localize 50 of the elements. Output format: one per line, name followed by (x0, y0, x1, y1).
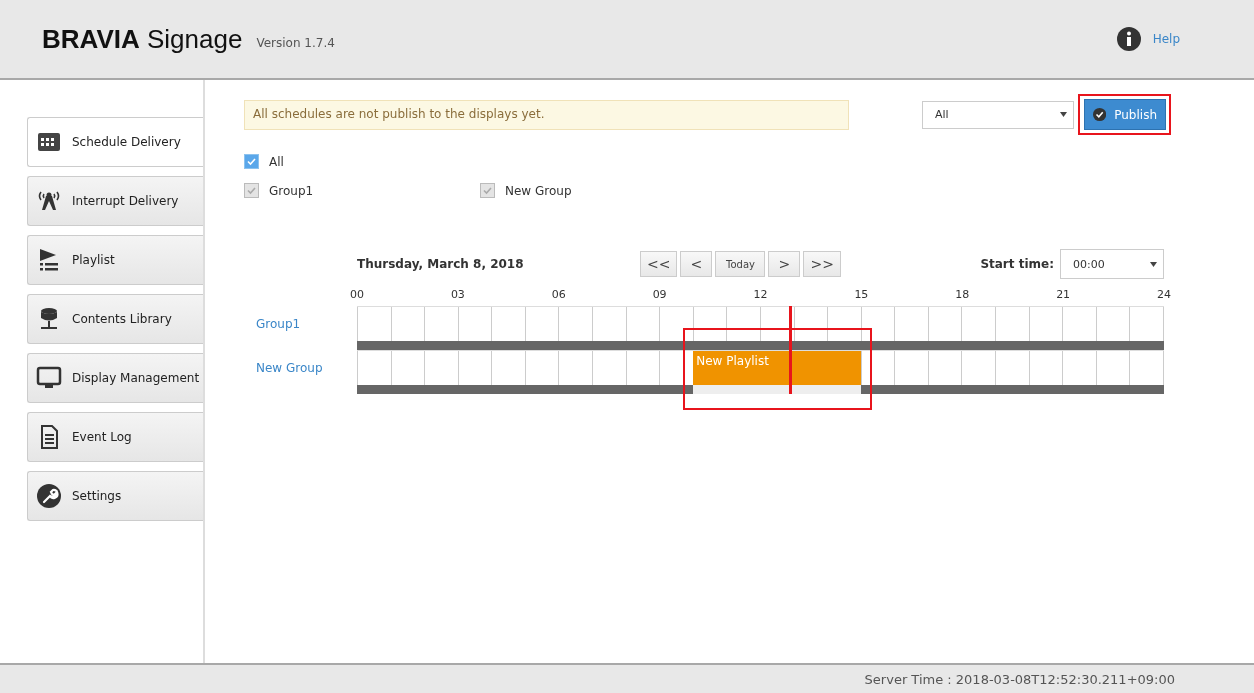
date-label: Thursday, March 8, 2018 (357, 257, 525, 271)
checkbox[interactable] (244, 154, 259, 169)
tab-label: Playlist (72, 253, 115, 267)
sidebar-tab[interactable]: Playlist (27, 235, 203, 285)
nav-button[interactable]: >> (803, 251, 841, 277)
version-label: Version 1.7.4 (256, 36, 335, 50)
tab-label: Interrupt Delivery (72, 194, 179, 208)
check-icon (1093, 106, 1107, 123)
sidebar-tab[interactable]: Interrupt Delivery (27, 176, 203, 226)
hour-label: 21 (1056, 288, 1071, 301)
publish-button[interactable]: Publish (1084, 99, 1166, 130)
tab-label: Contents Library (72, 312, 172, 326)
checkbox-label: All (269, 154, 284, 169)
alert-message: All schedules are not publish to the displays yet. (244, 99, 849, 130)
wrench-icon (36, 483, 62, 509)
caret-icon (1060, 112, 1067, 117)
sidebar-tab[interactable]: Display Management (27, 353, 203, 403)
hour-label: 00 (350, 288, 364, 301)
tab-label: Settings (72, 489, 122, 503)
nav-button[interactable]: << (640, 251, 678, 277)
check-icon (246, 156, 257, 167)
info-icon[interactable] (1116, 27, 1141, 51)
tab-label: Schedule Delivery (72, 135, 181, 149)
group-link[interactable]: New Group (244, 350, 357, 394)
sidebar-tab[interactable]: Schedule Delivery (27, 117, 203, 167)
sidebar-tab[interactable]: Contents Library (27, 294, 203, 344)
caret-icon (1150, 261, 1157, 267)
start-time-dropdown[interactable]: 00:00 (1060, 249, 1164, 279)
hour-label: 24 (1157, 288, 1171, 301)
sidebar-tab[interactable]: Event Log (27, 412, 203, 462)
hour-label: 12 (753, 288, 768, 301)
nav-button[interactable]: < (680, 251, 713, 277)
sidebar-tab[interactable]: Settings (27, 471, 203, 521)
tab-label: Event Log (72, 430, 132, 444)
logo: BRAVIA Signage (42, 23, 243, 55)
tab-label: Display Management (72, 371, 200, 385)
filter-dropdown[interactable]: All (922, 100, 1074, 129)
hour-label: 06 (551, 288, 566, 301)
monitor-icon (36, 365, 62, 391)
checkbox-label: New Group (505, 183, 572, 198)
server-time: Server Time : 2018-03-08T12:52:30.211+09:00 (0, 663, 1254, 693)
group-link[interactable]: Group1 (244, 306, 357, 350)
hour-label: 15 (854, 288, 869, 301)
checkbox-label: Group1 (269, 183, 314, 198)
start-time-label: Start time: (980, 257, 1054, 271)
hour-label: 03 (450, 288, 465, 301)
hour-label: 18 (955, 288, 970, 301)
hour-label: 09 (652, 288, 667, 301)
nav-button[interactable]: > (768, 251, 801, 277)
today-button[interactable]: Today (715, 251, 766, 277)
